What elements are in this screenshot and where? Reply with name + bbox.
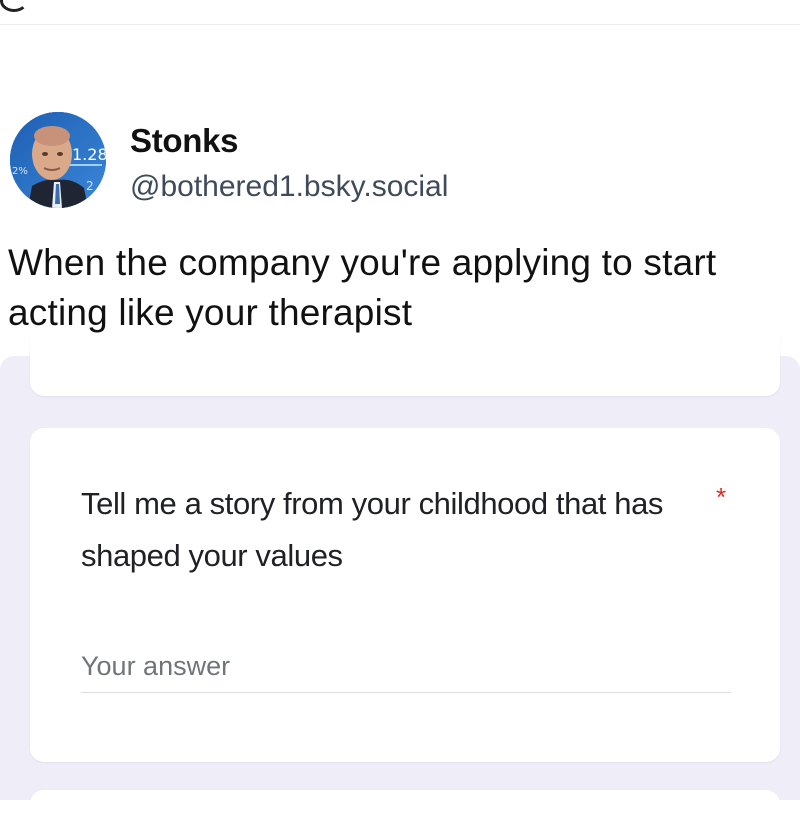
top-strip <box>0 0 800 25</box>
previous-card <box>30 336 780 396</box>
svg-text:2%: 2% <box>12 166 28 177</box>
form-screenshot: Tell me a story from your childhood that… <box>0 336 800 830</box>
cropped-icon <box>0 0 28 12</box>
question-text: Tell me a story from your childhood that… <box>81 486 664 573</box>
answer-input[interactable] <box>81 640 731 693</box>
required-asterisk: * <box>716 482 727 512</box>
author-name[interactable]: Stonks <box>130 122 239 160</box>
post-header: 1.28 2 2% Stonks @bothered1.bsky.social <box>10 112 790 212</box>
svg-text:1.28: 1.28 <box>72 145 106 164</box>
question-card: Tell me a story from your childhood that… <box>30 428 780 762</box>
avatar[interactable]: 1.28 2 2% <box>10 112 106 208</box>
next-card <box>30 790 780 830</box>
author-handle[interactable]: @bothered1.bsky.social <box>130 170 448 204</box>
stonks-avatar-icon: 1.28 2 2% <box>10 112 106 208</box>
svg-text:2: 2 <box>86 179 94 193</box>
post-text: When the company you're applying to star… <box>8 242 717 333</box>
